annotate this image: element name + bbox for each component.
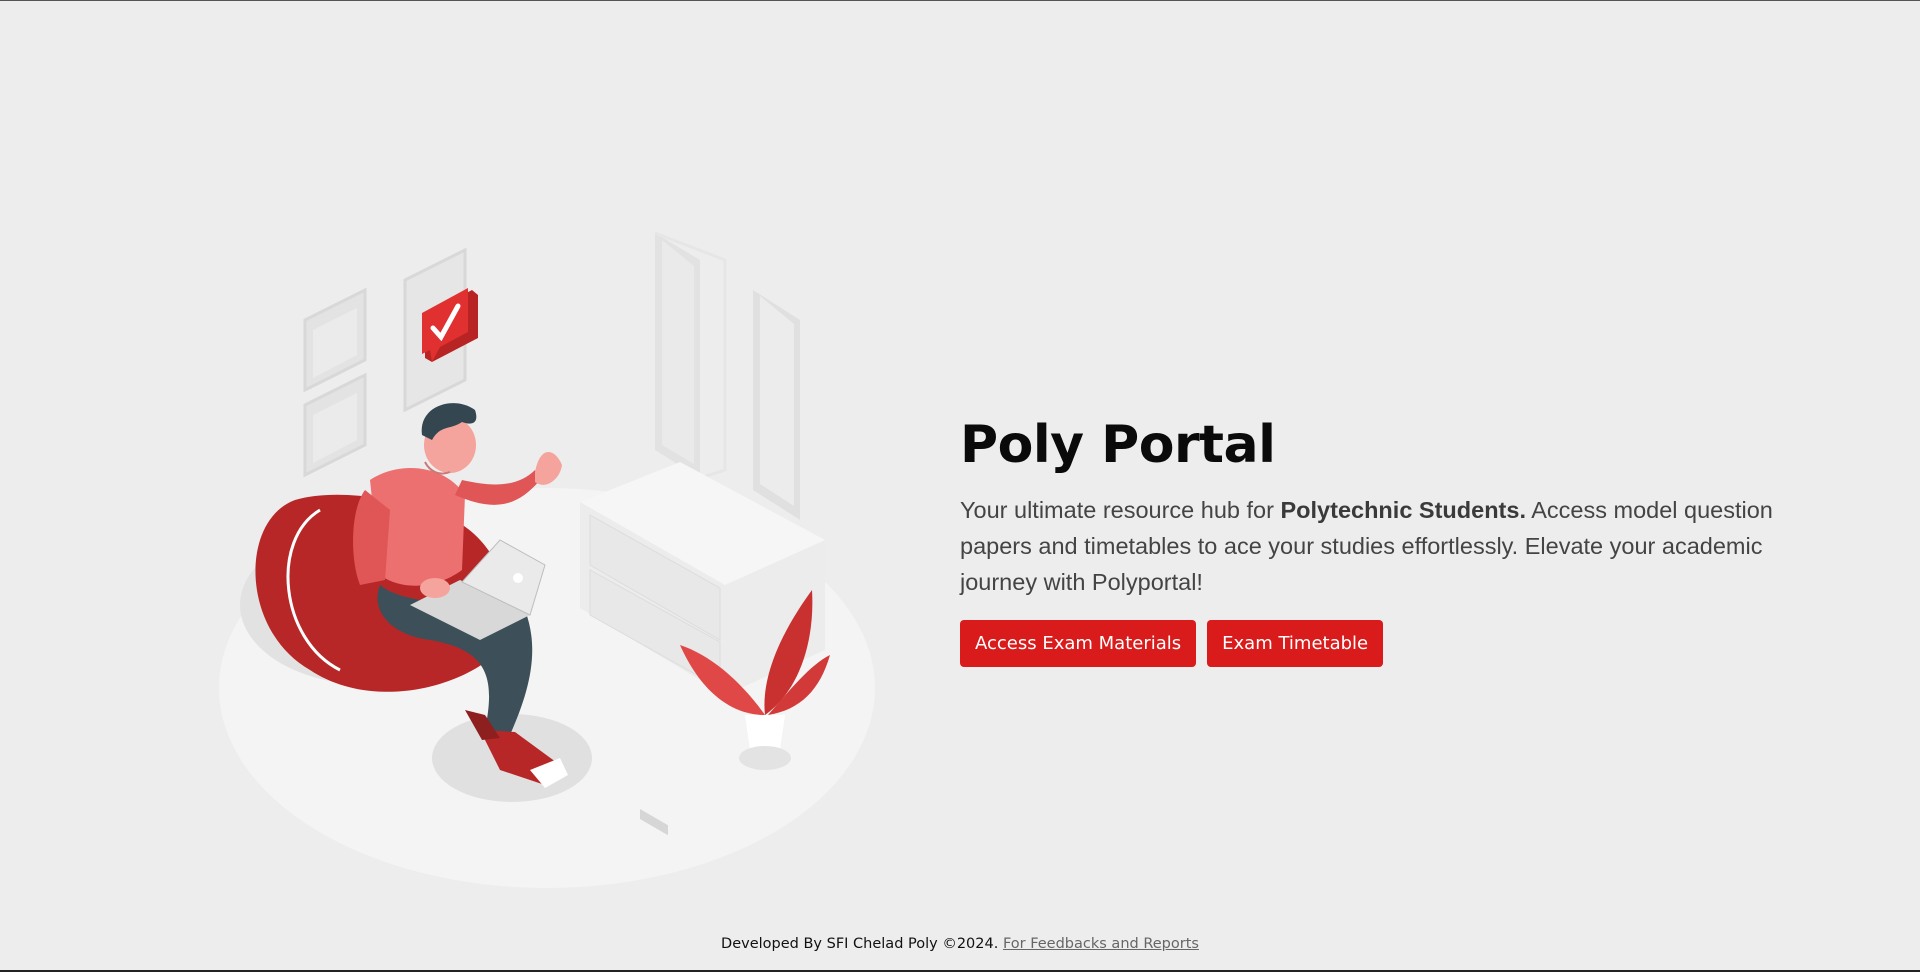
footer: Developed By SFI Chelad Poly ©2024. For … bbox=[0, 936, 1920, 952]
top-border bbox=[0, 0, 1920, 1]
hero-section: Poly Portal Your ultimate resource hub f… bbox=[960, 410, 1800, 667]
hero-description: Your ultimate resource hub for Polytechn… bbox=[960, 492, 1790, 600]
access-exam-materials-button[interactable]: Access Exam Materials bbox=[960, 620, 1197, 667]
hero-description-prefix: Your ultimate resource hub for bbox=[960, 497, 1281, 523]
hero-description-bold: Polytechnic Students. bbox=[1280, 497, 1526, 523]
footer-credit: Developed By SFI Chelad Poly ©2024. bbox=[721, 936, 1003, 952]
page-title: Poly Portal bbox=[960, 415, 1276, 475]
feedback-link[interactable]: For Feedbacks and Reports bbox=[1003, 936, 1199, 952]
hero-buttons: Access Exam Materials Exam Timetable bbox=[960, 620, 1800, 667]
exam-timetable-button[interactable]: Exam Timetable bbox=[1207, 620, 1384, 667]
student-with-laptop-illustration-icon bbox=[200, 210, 900, 900]
